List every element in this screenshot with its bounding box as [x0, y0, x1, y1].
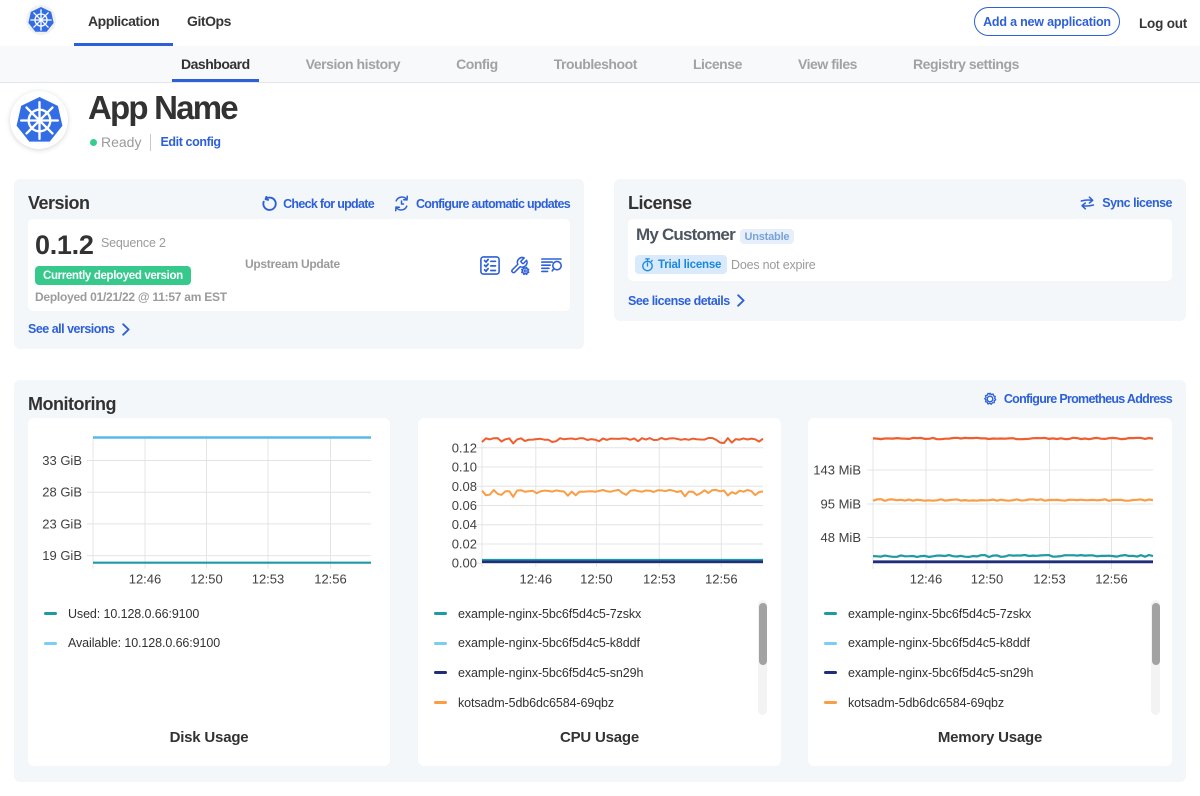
svg-text:12:46: 12:46 [910, 572, 943, 587]
svg-text:12:56: 12:56 [1095, 572, 1128, 587]
svg-text:12:53: 12:53 [252, 572, 285, 587]
svg-text:12:46: 12:46 [129, 572, 162, 587]
svg-text:12:56: 12:56 [705, 572, 738, 587]
svg-text:33 GiB: 33 GiB [42, 453, 82, 468]
svg-text:95 MiB: 95 MiB [821, 497, 861, 512]
svg-text:0.04: 0.04 [452, 517, 477, 532]
svg-text:0.10: 0.10 [452, 460, 477, 475]
svg-text:19 GiB: 19 GiB [42, 548, 82, 563]
svg-text:12:50: 12:50 [190, 572, 223, 587]
svg-text:12:50: 12:50 [580, 572, 613, 587]
svg-text:12:50: 12:50 [971, 572, 1004, 587]
svg-text:12:53: 12:53 [1033, 572, 1066, 587]
svg-text:12:53: 12:53 [643, 572, 676, 587]
svg-text:0.08: 0.08 [452, 479, 477, 494]
svg-text:0.02: 0.02 [452, 536, 477, 551]
svg-text:0.00: 0.00 [452, 556, 477, 571]
svg-text:0.06: 0.06 [452, 498, 477, 513]
svg-text:28 GiB: 28 GiB [42, 485, 82, 500]
svg-text:143 MiB: 143 MiB [813, 463, 861, 478]
svg-text:0.12: 0.12 [452, 440, 477, 455]
svg-text:23 GiB: 23 GiB [42, 516, 82, 531]
svg-text:48 MiB: 48 MiB [821, 530, 861, 545]
svg-text:12:56: 12:56 [314, 572, 347, 587]
svg-text:12:46: 12:46 [520, 572, 553, 587]
